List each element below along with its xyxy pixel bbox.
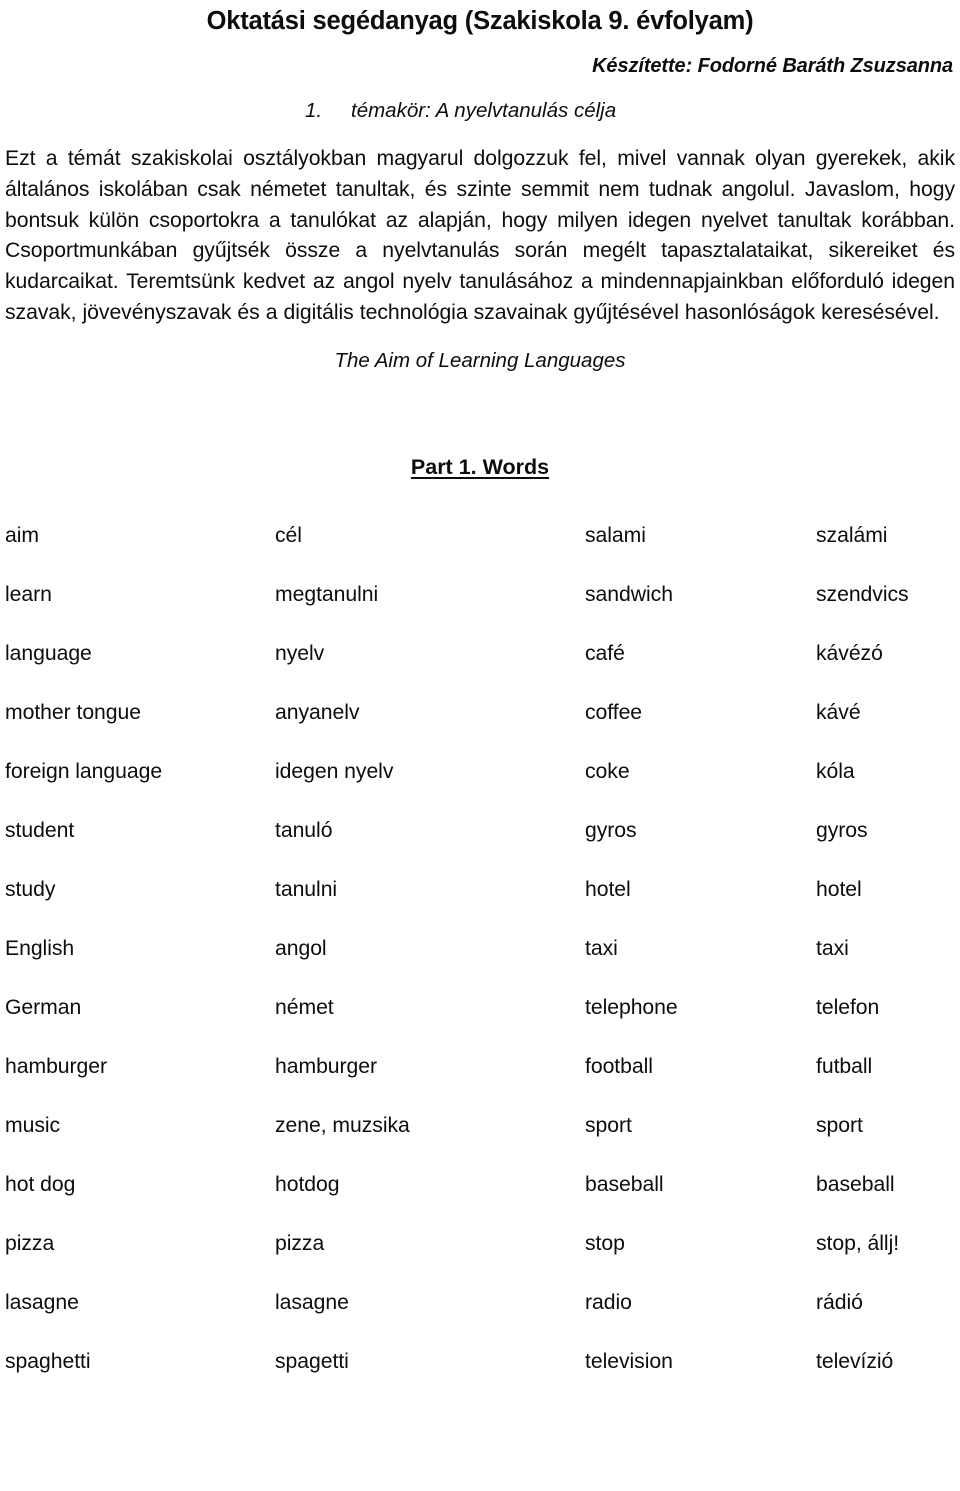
table-row: spaghetti spagetti television televízió: [5, 1332, 960, 1391]
word-cell-english-right: football: [585, 1054, 653, 1078]
table-row: language nyelv café kávézó: [5, 624, 960, 683]
word-cell-english-right: hotel: [585, 877, 631, 901]
table-row: student tanuló gyros gyros: [5, 801, 960, 860]
word-cell-english-left: learn: [5, 582, 52, 606]
word-cell-hungarian-right: futball: [816, 1054, 873, 1078]
word-cell-english-left: student: [5, 818, 75, 842]
word-cell-english-right: sport: [585, 1113, 632, 1137]
word-cell-hungarian-left: német: [275, 995, 334, 1019]
word-cell-english-right: radio: [585, 1290, 632, 1314]
word-cell-hungarian-right: szalámi: [816, 523, 888, 547]
word-cell-english-left: foreign language: [5, 759, 163, 783]
body-paragraph: Ezt a témát szakiskolai osztályokban mag…: [5, 147, 955, 324]
word-cell-hungarian-right: kóla: [816, 759, 855, 783]
word-cell-english-right: salami: [585, 523, 646, 547]
word-cell-hungarian-left: tanuló: [275, 818, 333, 842]
word-cell-english-left: music: [5, 1113, 61, 1137]
word-cell-hungarian-right: stop, állj!: [816, 1231, 900, 1255]
word-cell-english-right: stop: [585, 1231, 625, 1255]
word-cell-english-left: hamburger: [5, 1054, 108, 1078]
word-cell-hungarian-left: hotdog: [275, 1172, 340, 1196]
topic-number: 1.: [305, 98, 323, 122]
word-cell-hungarian-left: megtanulni: [275, 582, 379, 606]
word-cell-english-left: German: [5, 995, 82, 1019]
table-row: learn megtanulni sandwich szendvics: [5, 565, 960, 624]
table-row: study tanulni hotel hotel: [5, 860, 960, 919]
word-cell-english-right: sandwich: [585, 582, 673, 606]
word-cell-hungarian-left: zene, muzsika: [275, 1113, 410, 1137]
word-cell-english-right: baseball: [585, 1172, 664, 1196]
topic-title: témakör: A nyelvtanulás célja: [351, 98, 617, 122]
document-page: Oktatási segédanyag (Szakiskola 9. évfol…: [0, 0, 960, 1491]
word-cell-hungarian-left: spagetti: [275, 1349, 349, 1373]
word-cell-hungarian-left: nyelv: [275, 641, 325, 665]
word-cell-hungarian-left: cél: [275, 523, 302, 547]
table-row: German német telephone telefon: [5, 978, 960, 1037]
word-cell-hungarian-right: kávé: [816, 700, 861, 724]
word-cell-hungarian-left: anyanelv: [275, 700, 360, 724]
page-title: Oktatási segédanyag (Szakiskola 9. évfol…: [206, 7, 754, 35]
word-cell-hungarian-right: taxi: [816, 936, 849, 960]
table-row: English angol taxi taxi: [5, 919, 960, 978]
word-cell-hungarian-right: kávézó: [816, 641, 883, 665]
word-cell-hungarian-right: baseball: [816, 1172, 895, 1196]
word-cell-hungarian-right: sport: [816, 1113, 863, 1137]
vocabulary-table-body: aim cél salami szalámi learn megtanulni sandwi…: [5, 506, 960, 1391]
word-cell-english-right: television: [585, 1349, 673, 1373]
word-cell-english-left: language: [5, 641, 92, 665]
word-cell-hungarian-right: rádió: [816, 1290, 863, 1314]
word-cell-english-right: telephone: [585, 995, 678, 1019]
word-cell-english-right: gyros: [585, 818, 637, 842]
topic-heading: 1. témakör: A nyelvtanulás célja: [5, 77, 955, 123]
word-cell-hungarian-right: gyros: [816, 818, 868, 842]
word-cell-english-right: taxi: [585, 936, 618, 960]
word-cell-english-left: aim: [5, 523, 39, 547]
word-cell-hungarian-right: televízió: [816, 1349, 894, 1373]
word-cell-hungarian-right: hotel: [816, 877, 862, 901]
table-row: foreign language idegen nyelv coke kóla: [5, 742, 960, 801]
word-cell-hungarian-left: idegen nyelv: [275, 759, 394, 783]
word-cell-english-left: hot dog: [5, 1172, 76, 1196]
table-row: hot dog hotdog baseball baseball: [5, 1155, 960, 1214]
author-credit: Készítette: Fodorné Baráth Zsuzsanna: [592, 54, 953, 77]
word-cell-english-left: mother tongue: [5, 700, 141, 724]
word-cell-hungarian-right: telefon: [816, 995, 880, 1019]
word-cell-hungarian-left: tanulni: [275, 877, 338, 901]
part-heading-label: Part 1. Words: [410, 455, 550, 480]
word-cell-english-right: coffee: [585, 700, 643, 724]
word-cell-english-left: English: [5, 936, 75, 960]
table-row: pizza pizza stop stop, állj!: [5, 1214, 960, 1273]
table-row: hamburger hamburger football futball: [5, 1037, 960, 1096]
table-row: aim cél salami szalámi: [5, 506, 960, 565]
word-cell-english-right: café: [585, 641, 625, 665]
word-cell-hungarian-left: pizza: [275, 1231, 325, 1255]
word-cell-english-left: study: [5, 877, 56, 901]
part-heading: Part 1. Words: [5, 373, 955, 481]
word-cell-english-left: lasagne: [5, 1290, 79, 1314]
table-row: lasagne lasagne radio rádió: [5, 1273, 960, 1332]
table-row: music zene, muzsika sport sport: [5, 1096, 960, 1155]
word-cell-english-left: spaghetti: [5, 1349, 91, 1373]
table-row: mother tongue anyanelv coffee kávé: [5, 683, 960, 742]
word-cell-hungarian-left: lasagne: [275, 1290, 349, 1314]
word-cell-english-left: pizza: [5, 1231, 55, 1255]
word-cell-hungarian-left: angol: [275, 936, 327, 960]
english-subtitle: The Aim of Learning Languages: [334, 348, 626, 372]
vocabulary-table: aim cél salami szalámi learn megtanulni sandwi…: [5, 506, 960, 1391]
word-cell-english-right: coke: [585, 759, 630, 783]
word-cell-hungarian-left: hamburger: [275, 1054, 378, 1078]
word-cell-hungarian-right: szendvics: [816, 582, 909, 606]
